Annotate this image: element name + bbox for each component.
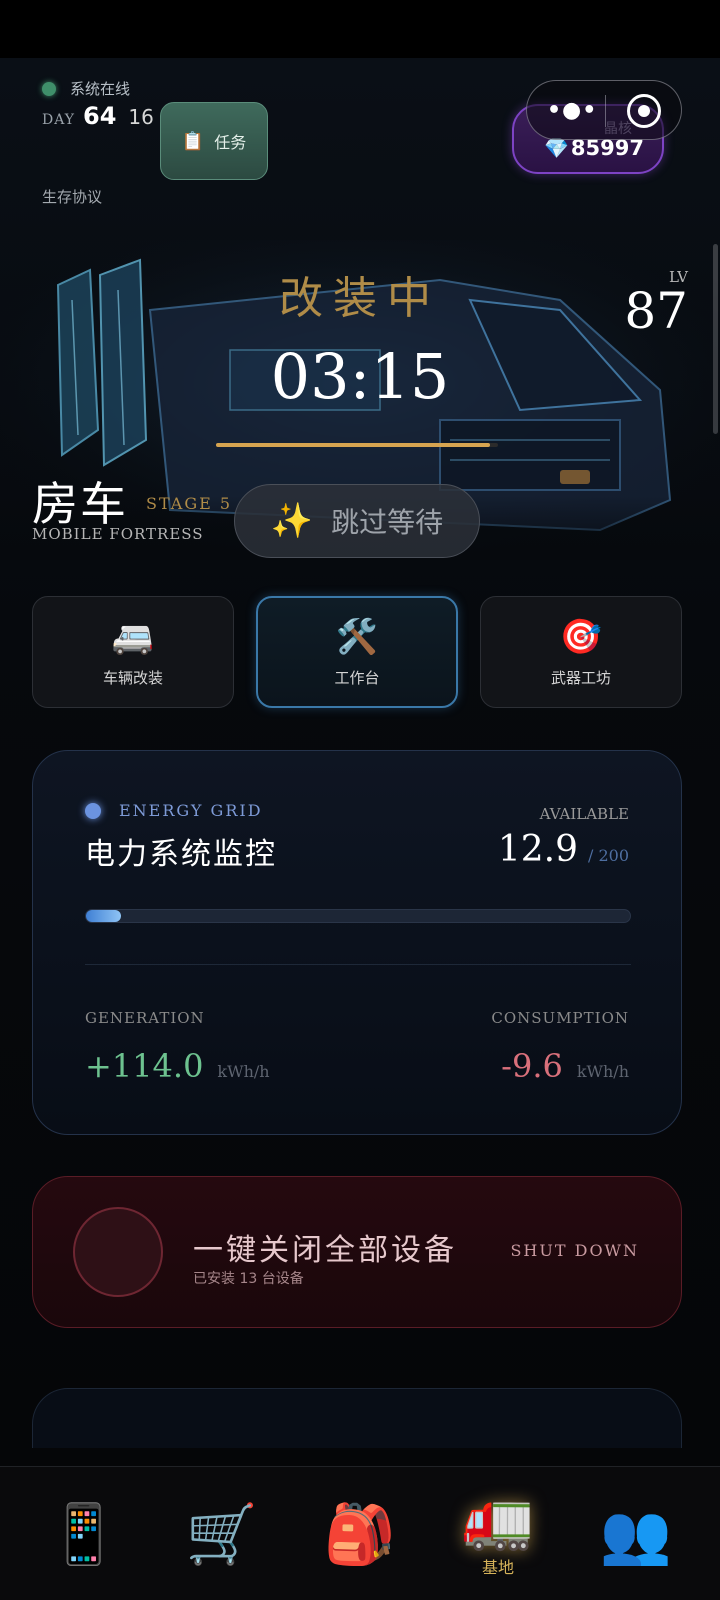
consumption-unit: kWh/h <box>576 1062 629 1081</box>
tab-vehicle-mod-label: 车辆改装 <box>102 668 163 687</box>
consumption-readout: -9.6 kWh/h <box>501 1047 629 1085</box>
day-sub: 16 <box>128 105 154 129</box>
available-readout: 12.9 / 200 <box>498 829 629 870</box>
tools-icon: 🛠️ <box>335 616 379 657</box>
nav-shop[interactable]: 🛒 <box>150 1467 294 1600</box>
energy-bar <box>85 909 631 923</box>
nav-base[interactable]: 🚛 基地 <box>426 1467 570 1600</box>
skip-wait-label: 跳过等待 <box>331 506 444 539</box>
modify-progress-fill <box>216 443 490 447</box>
generation-unit: kWh/h <box>217 1062 270 1081</box>
nav-base-label: 基地 <box>481 1558 514 1577</box>
van-icon: 🚐 <box>111 616 155 657</box>
online-status: 系统在线 <box>42 78 130 99</box>
consumption-value: -9.6 <box>501 1047 563 1085</box>
task-button[interactable]: 📋 任务 <box>160 102 268 180</box>
tab-workbench[interactable]: 🛠️ 工作台 <box>256 596 458 708</box>
bottom-nav: 📱 🛒 🎒 🚛 基地 👥 <box>0 1466 720 1600</box>
skip-wait-button[interactable]: ✨ 跳过等待 <box>234 484 480 558</box>
energy-divider <box>85 964 631 965</box>
tab-vehicle-mod[interactable]: 🚐 车辆改装 <box>32 596 234 708</box>
more-dots-icon[interactable]: •●• <box>547 98 597 123</box>
available-label: AVAILABLE <box>539 805 629 823</box>
miniprogram-capsule: •●• <box>526 80 682 140</box>
power-circle-icon <box>73 1207 163 1297</box>
shutdown-subtitle: 已安装 13 台设备 <box>193 1271 304 1287</box>
energy-bar-fill <box>86 910 122 922</box>
clipboard-icon: 📋 <box>181 130 205 152</box>
available-value: 12.9 <box>497 829 578 870</box>
shutdown-all-button[interactable]: 一键关闭全部设备 已安装 13 台设备 SHUT DOWN <box>32 1176 682 1328</box>
backpack-icon: 🎒 <box>323 1500 397 1568</box>
energy-pulse-dot-icon <box>85 803 101 819</box>
generation-label: GENERATION <box>85 1009 205 1027</box>
day-counter: DAY 64 16 <box>42 102 154 130</box>
online-text: 系统在线 <box>70 80 131 98</box>
protocol-label: 生存协议 <box>42 188 103 206</box>
truck-icon: 🚛 <box>461 1485 535 1553</box>
energy-grid-card: ENERGY GRID 电力系统监控 AVAILABLE 12.9 / 200 … <box>32 750 682 1135</box>
shutdown-title: 一键关闭全部设备 <box>193 1233 457 1268</box>
day-number: 64 <box>83 102 117 130</box>
modifying-title: 改装中 <box>279 273 441 324</box>
available-max: / 200 <box>587 846 629 865</box>
cart-icon: 🛒 <box>185 1500 259 1568</box>
users-icon: 👥 <box>599 1500 673 1568</box>
energy-title: 电力系统监控 <box>85 837 277 872</box>
next-card-peek <box>32 1388 682 1448</box>
tab-weapon-workshop-label: 武器工坊 <box>550 668 611 687</box>
vehicle-subtitle: MOBILE FORTRESS <box>32 525 204 543</box>
day-label: DAY <box>42 112 76 128</box>
task-label: 任务 <box>214 133 247 152</box>
tab-workbench-label: 工作台 <box>334 668 380 687</box>
generation-value: +114.0 <box>85 1047 204 1085</box>
level-number: 87 <box>624 282 688 340</box>
tab-weapon-workshop[interactable]: 🎯 武器工坊 <box>480 596 682 708</box>
close-target-icon[interactable] <box>627 94 661 128</box>
online-dot-icon <box>42 81 56 96</box>
generation-readout: +114.0 kWh/h <box>85 1047 270 1085</box>
system-status-bar <box>0 0 720 58</box>
nav-social[interactable]: 👥 <box>564 1467 708 1600</box>
modify-progress-bar <box>216 443 498 447</box>
phone-icon: 📱 <box>47 1500 121 1568</box>
nav-backpack[interactable]: 🎒 <box>288 1467 432 1600</box>
countdown-timer: 03:15 <box>270 340 450 413</box>
energy-tag: ENERGY GRID <box>119 801 263 820</box>
target-icon: 🎯 <box>559 616 603 657</box>
shutdown-action: SHUT DOWN <box>510 1241 639 1260</box>
capsule-divider <box>605 95 606 127</box>
vehicle-stage: STAGE 5 <box>146 494 233 513</box>
sparkles-icon: ✨ <box>270 501 314 541</box>
nav-phone[interactable]: 📱 <box>12 1467 156 1600</box>
consumption-label: CONSUMPTION <box>491 1009 629 1027</box>
